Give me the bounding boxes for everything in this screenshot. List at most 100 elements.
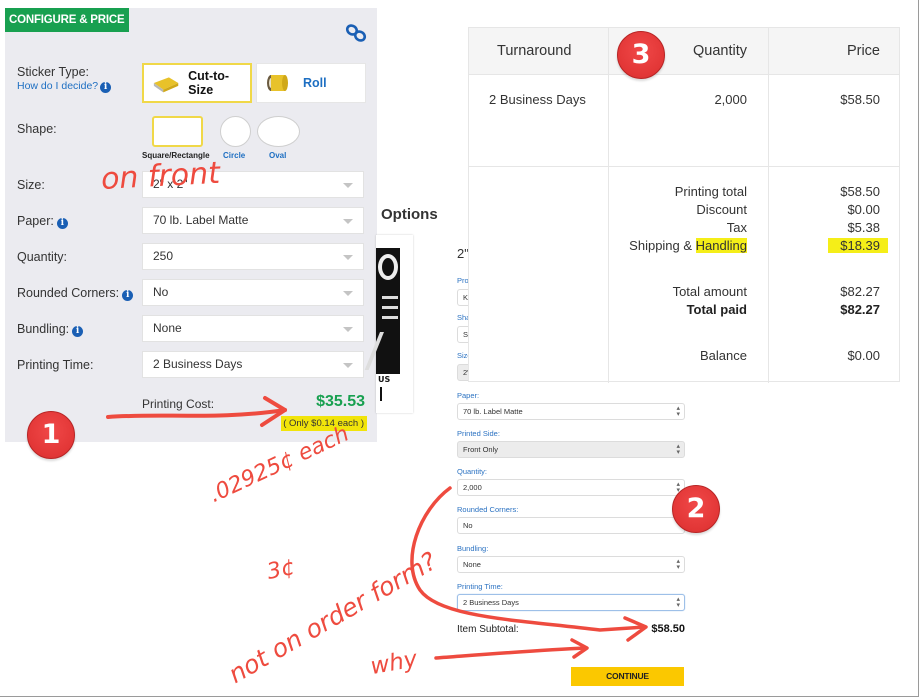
printing-time-label: Printing Time: <box>457 582 503 591</box>
header-turnaround: Turnaround <box>497 43 572 59</box>
printing-total-label: Printing total <box>674 184 747 199</box>
cell-turnaround: 2 Business Days <box>489 92 586 107</box>
rounded-corners-select[interactable]: No <box>457 517 685 534</box>
updown-caret-icon: ▴ ▾ <box>676 405 680 418</box>
product-image: US <box>364 235 413 413</box>
sticker-type-roll[interactable]: Roll <box>256 63 366 103</box>
bundling-label: Bundling: i <box>17 322 84 337</box>
bundling-label-text: Bundling: <box>17 322 70 336</box>
quantity-select[interactable]: 2,000 ▴ ▾ <box>457 479 685 496</box>
printing-time-select[interactable]: 2 Business Days ▴ ▾ <box>457 594 685 611</box>
info-icon[interactable]: i <box>72 326 84 337</box>
annotation-on-front: on front <box>100 155 221 197</box>
printing-time-value: 2 Business Days <box>153 357 243 371</box>
partial-field-label: Pro <box>457 276 469 285</box>
paper-label: Paper: <box>457 391 480 400</box>
tax-label: Tax <box>726 220 747 235</box>
configure-price-panel: CONFIGURE & PRICE Sticker Type: How do I… <box>5 8 377 442</box>
total-paid-label: Total paid <box>686 302 747 317</box>
options-heading: Options <box>381 206 438 223</box>
info-icon[interactable]: i <box>56 218 68 229</box>
quantity-label: Quantity: <box>457 467 488 476</box>
bundling-select[interactable]: None <box>142 315 364 342</box>
paper-select[interactable]: 70 lb. Label Matte ▴ ▾ <box>457 403 685 420</box>
chevron-down-icon <box>343 255 353 260</box>
shape-square-rectangle-option[interactable] <box>152 116 203 147</box>
quantity-value: 2,000 <box>463 483 482 492</box>
shape-label: Shape: <box>17 122 57 136</box>
roll-label: Roll <box>303 76 327 90</box>
quantity-select[interactable]: 250 <box>142 243 364 270</box>
item-subtotal-label: Item Subtotal: <box>457 624 519 635</box>
chevron-down-icon <box>343 363 353 368</box>
order-summary-table: Turnaround Quantity Price 2 Business Day… <box>468 27 900 383</box>
handling-highlight: Handling <box>695 238 747 253</box>
discount-label: Discount <box>696 202 747 217</box>
step-badge-3: 3 <box>617 31 665 79</box>
updown-caret-icon: ▴ ▾ <box>676 596 680 609</box>
printing-total-value: $58.50 <box>840 184 880 199</box>
step-badge-1: 1 <box>27 411 75 459</box>
product-artwork <box>364 248 400 374</box>
balance-label: Balance <box>700 348 747 363</box>
printing-cost-value: $35.53 <box>316 393 365 410</box>
discount-value: $0.00 <box>847 202 880 217</box>
cell-price: $58.50 <box>840 92 880 107</box>
printed-side-label: Printed Side: <box>457 429 500 438</box>
header-price: Price <box>846 43 880 59</box>
info-icon[interactable]: i <box>100 82 112 93</box>
rounded-corners-select[interactable]: No <box>142 279 364 306</box>
shipping-handling-value: $18.39 <box>828 238 888 253</box>
chevron-down-icon <box>343 327 353 332</box>
paper-label: Paper: i <box>17 214 68 229</box>
chevron-down-icon <box>343 219 353 224</box>
printing-time-value: 2 Business Days <box>463 598 519 607</box>
cell-quantity: 2,000 <box>714 92 747 107</box>
how-do-i-decide-link[interactable]: How do I decide? i <box>17 80 112 93</box>
tax-value: $5.38 <box>847 220 880 235</box>
shape-circle-option[interactable] <box>220 116 251 147</box>
updown-caret-icon: ▴ ▾ <box>676 443 680 456</box>
bundling-select[interactable]: None ▴ ▾ <box>457 556 685 573</box>
product-artwork-text: US <box>378 375 391 384</box>
how-do-i-decide-text[interactable]: How do I decide? <box>17 80 98 92</box>
rounded-corners-value: No <box>153 285 169 299</box>
paper-value: 70 lb. Label Matte <box>463 407 523 416</box>
paper-label-text: Paper: <box>17 214 54 228</box>
shape-oval-label[interactable]: Oval <box>269 151 286 160</box>
printing-time-label: Printing Time: <box>17 358 94 372</box>
bundling-label: Bundling: <box>457 544 489 553</box>
header-quantity: Quantity <box>693 43 747 59</box>
configure-price-badge: CONFIGURE & PRICE <box>5 8 130 32</box>
shape-oval-option[interactable] <box>257 116 300 147</box>
chevron-down-icon <box>343 183 353 188</box>
quantity-label: Quantity: <box>17 250 68 264</box>
link-icon[interactable] <box>345 24 367 42</box>
printed-side-value: Front Only <box>463 445 499 454</box>
rounded-corners-label: Rounded Corners: <box>457 505 519 514</box>
chevron-down-icon <box>343 291 353 296</box>
roll-sticker-icon <box>267 75 288 91</box>
cut-to-size-label: Cut-to-Size <box>188 69 230 97</box>
info-icon[interactable]: i <box>122 290 134 301</box>
rounded-corners-label: Rounded Corners: i <box>17 286 134 301</box>
quantity-value: 250 <box>153 249 174 263</box>
shape-circle-label[interactable]: Circle <box>223 151 245 160</box>
printing-time-select[interactable]: 2 Business Days <box>142 351 364 378</box>
continue-button[interactable]: CONTINUE <box>571 667 684 686</box>
shipping-handling-label: Shipping & Handling <box>629 238 747 253</box>
bundling-value: None <box>153 321 182 335</box>
updown-caret-icon: ▴ ▾ <box>676 558 680 571</box>
rounded-corners-value: No <box>463 521 473 530</box>
paper-value: 70 lb. Label Matte <box>153 213 249 227</box>
printed-side-select[interactable]: Front Only ▴ ▾ <box>457 441 685 458</box>
printing-cost-label: Printing Cost: <box>142 397 215 411</box>
total-paid-value: $82.27 <box>840 302 880 317</box>
rounded-corners-label-text: Rounded Corners: <box>17 286 120 300</box>
sticker-type-cut-to-size[interactable]: Cut-to-Size <box>142 63 252 103</box>
balance-value: $0.00 <box>847 348 880 363</box>
paper-select[interactable]: 70 lb. Label Matte <box>142 207 364 234</box>
sticker-type-label: Sticker Type: <box>17 65 90 79</box>
size-label: Size: <box>17 178 45 192</box>
item-subtotal-value: $58.50 <box>651 623 685 635</box>
